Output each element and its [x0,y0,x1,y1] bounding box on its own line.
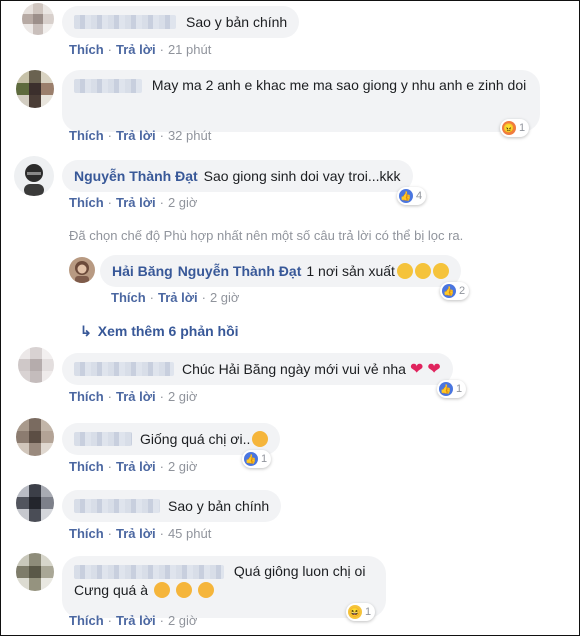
comment-text: Sao y bản chính [168,497,270,514]
reply-link[interactable]: Trả lời [158,290,198,305]
reply-link[interactable]: Trả lời [116,42,156,57]
heart-icon: ❤ [409,360,424,378]
face-blowing-kiss-icon [197,582,214,598]
like-icon: 👍 [244,452,258,466]
reply-link[interactable]: Trả lời [116,389,156,404]
blurred-author-name [74,565,224,580]
comment-text: Giống quá chị ơi.. [140,430,251,447]
avatar[interactable] [16,418,54,456]
avatar[interactable] [18,347,54,383]
mentioned-user[interactable]: Nguyễn Thành Đạt [178,262,302,281]
timestamp[interactable]: 2 giờ [210,290,240,305]
timestamp[interactable]: 2 giờ [168,195,198,210]
comment-text: Quá giông luon chị oi [233,563,366,579]
avatar[interactable] [16,484,54,522]
heart-icon: ❤ [427,360,441,378]
comment-actions: Thích · Trả lời · 2 giờ [69,459,198,474]
avatar[interactable] [16,553,54,591]
comment-text: Chúc Hải Băng ngày mới vui vẻ nha [182,360,406,377]
tears-of-joy-icon [414,263,431,279]
blurred-author-name [74,15,176,29]
reply-bubble: Hải Băng Nguyễn Thành Đạt 1 nơi sản xuất [100,255,461,287]
reply-link[interactable]: Trả lời [116,459,156,474]
blurred-author-name [74,79,142,94]
reply-link[interactable]: Trả lời [116,613,156,628]
comment-bubble: Sao y bản chính [62,490,282,522]
comment-actions: Thích · Trả lời · 21 phút [69,42,212,57]
reply-author[interactable]: Hải Băng [112,262,173,281]
like-icon: 👍 [399,189,413,203]
reaction-summary[interactable]: 👍 2 [440,282,470,300]
timestamp[interactable]: 45 phút [168,526,211,541]
reply-arrow-icon: ↳ [80,323,92,339]
reply-link[interactable]: Trả lời [116,195,156,210]
like-link[interactable]: Thích [69,389,104,404]
like-link[interactable]: Thích [69,128,104,143]
avatar[interactable] [69,257,95,283]
like-icon: 👍 [442,284,456,298]
comment-bubble: Sao y bản chính [62,6,300,38]
timestamp[interactable]: 2 giờ [168,613,198,628]
avatar[interactable] [16,70,54,108]
face-blowing-kiss-icon [175,582,192,598]
reaction-summary[interactable]: 😆 1 [346,603,376,621]
reaction-summary[interactable]: 👍 1 [437,380,467,398]
timestamp[interactable]: 21 phút [168,42,211,57]
sad-face-icon [396,263,413,279]
haha-icon: 😆 [348,605,362,619]
comment-bubble: Nguyễn Thành Đạt Sao giong sinh doi vay … [62,160,413,192]
face-blowing-kiss-icon [153,582,170,598]
comment-actions: Thích · Trả lời · 45 phút [69,526,212,541]
like-link[interactable]: Thích [111,290,146,305]
blurred-author-name [74,432,132,446]
comment-text: May ma 2 anh e khac me ma sao giong y nh… [151,77,527,93]
like-link[interactable]: Thích [69,42,104,57]
comment-actions: Thích · Trả lời · 32 phút [69,128,212,143]
reaction-summary[interactable]: 👍 1 [242,450,272,468]
blurred-author-name [74,499,160,513]
comment-bubble: May ma 2 anh e khac me ma sao giong y nh… [62,70,540,132]
rolling-laughing-icon [432,263,449,279]
reaction-summary[interactable]: 👍 4 [397,187,427,205]
comment-text: Sao giong sinh doi vay troi...kkk [203,167,401,184]
reply-actions: Thích · Trả lời · 2 giờ [111,290,240,305]
comment-text: Cưng quá à [74,582,148,598]
comment-bubble: Quá giông luon chị oi Cưng quá à [62,556,386,618]
timestamp[interactable]: 2 giờ [168,459,198,474]
angry-icon: 😠 [502,121,516,135]
see-more-replies-link[interactable]: ↳ Xem thêm 6 phản hồi [80,323,239,340]
comment-actions: Thích · Trả lời · 2 giờ [69,195,198,210]
avatar[interactable] [22,3,54,35]
timestamp[interactable]: 2 giờ [168,389,198,404]
face-blowing-kiss-icon [252,431,269,447]
avatar[interactable] [14,156,54,196]
reply-link[interactable]: Trả lời [116,128,156,143]
reply-text: 1 nơi sản xuất [306,262,395,279]
blurred-author-name [74,362,174,376]
like-link[interactable]: Thích [69,526,104,541]
reaction-summary[interactable]: 😠 1 [500,119,530,137]
timestamp[interactable]: 32 phút [168,128,211,143]
like-link[interactable]: Thích [69,613,104,628]
filter-note: Đã chọn chế độ Phù hợp nhất nên một số c… [69,228,464,243]
comment-bubble: Chúc Hải Băng ngày mới vui vẻ nha ❤ ❤ [62,353,453,385]
comment-actions: Thích · Trả lời · 2 giờ [69,613,198,628]
like-link[interactable]: Thích [69,459,104,474]
like-icon: 👍 [439,382,453,396]
reply-link[interactable]: Trả lời [116,526,156,541]
like-link[interactable]: Thích [69,195,104,210]
comment-actions: Thích · Trả lời · 2 giờ [69,389,198,404]
comment-author[interactable]: Nguyễn Thành Đạt [74,167,198,186]
comment-text: Sao y bản chính [186,13,288,30]
